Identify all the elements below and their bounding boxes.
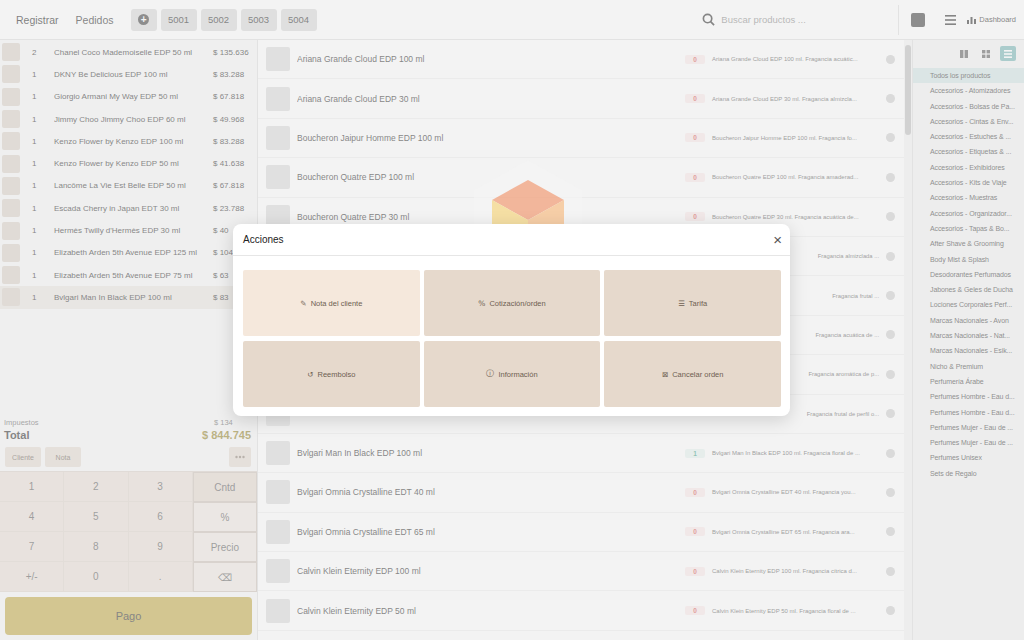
close-button[interactable]: × [773, 231, 782, 248]
pos-screen: RegistrarPedidos + 5001500250035004 Busc… [0, 0, 1024, 640]
action-button[interactable]: ☰Tarifa [604, 270, 781, 336]
action-button[interactable]: %Cotización/orden [424, 270, 601, 336]
action-button[interactable]: ✎Nota del cliente [243, 270, 420, 336]
action-button[interactable]: ⊠Cancelar orden [604, 341, 781, 407]
action-button[interactable]: ⓘInformación [424, 341, 601, 407]
action-button[interactable]: ↺Reembolso [243, 341, 420, 407]
dialog-title: Acciones [243, 234, 284, 245]
actions-dialog: Acciones × ✎Nota del cliente%Cotización/… [233, 224, 790, 416]
